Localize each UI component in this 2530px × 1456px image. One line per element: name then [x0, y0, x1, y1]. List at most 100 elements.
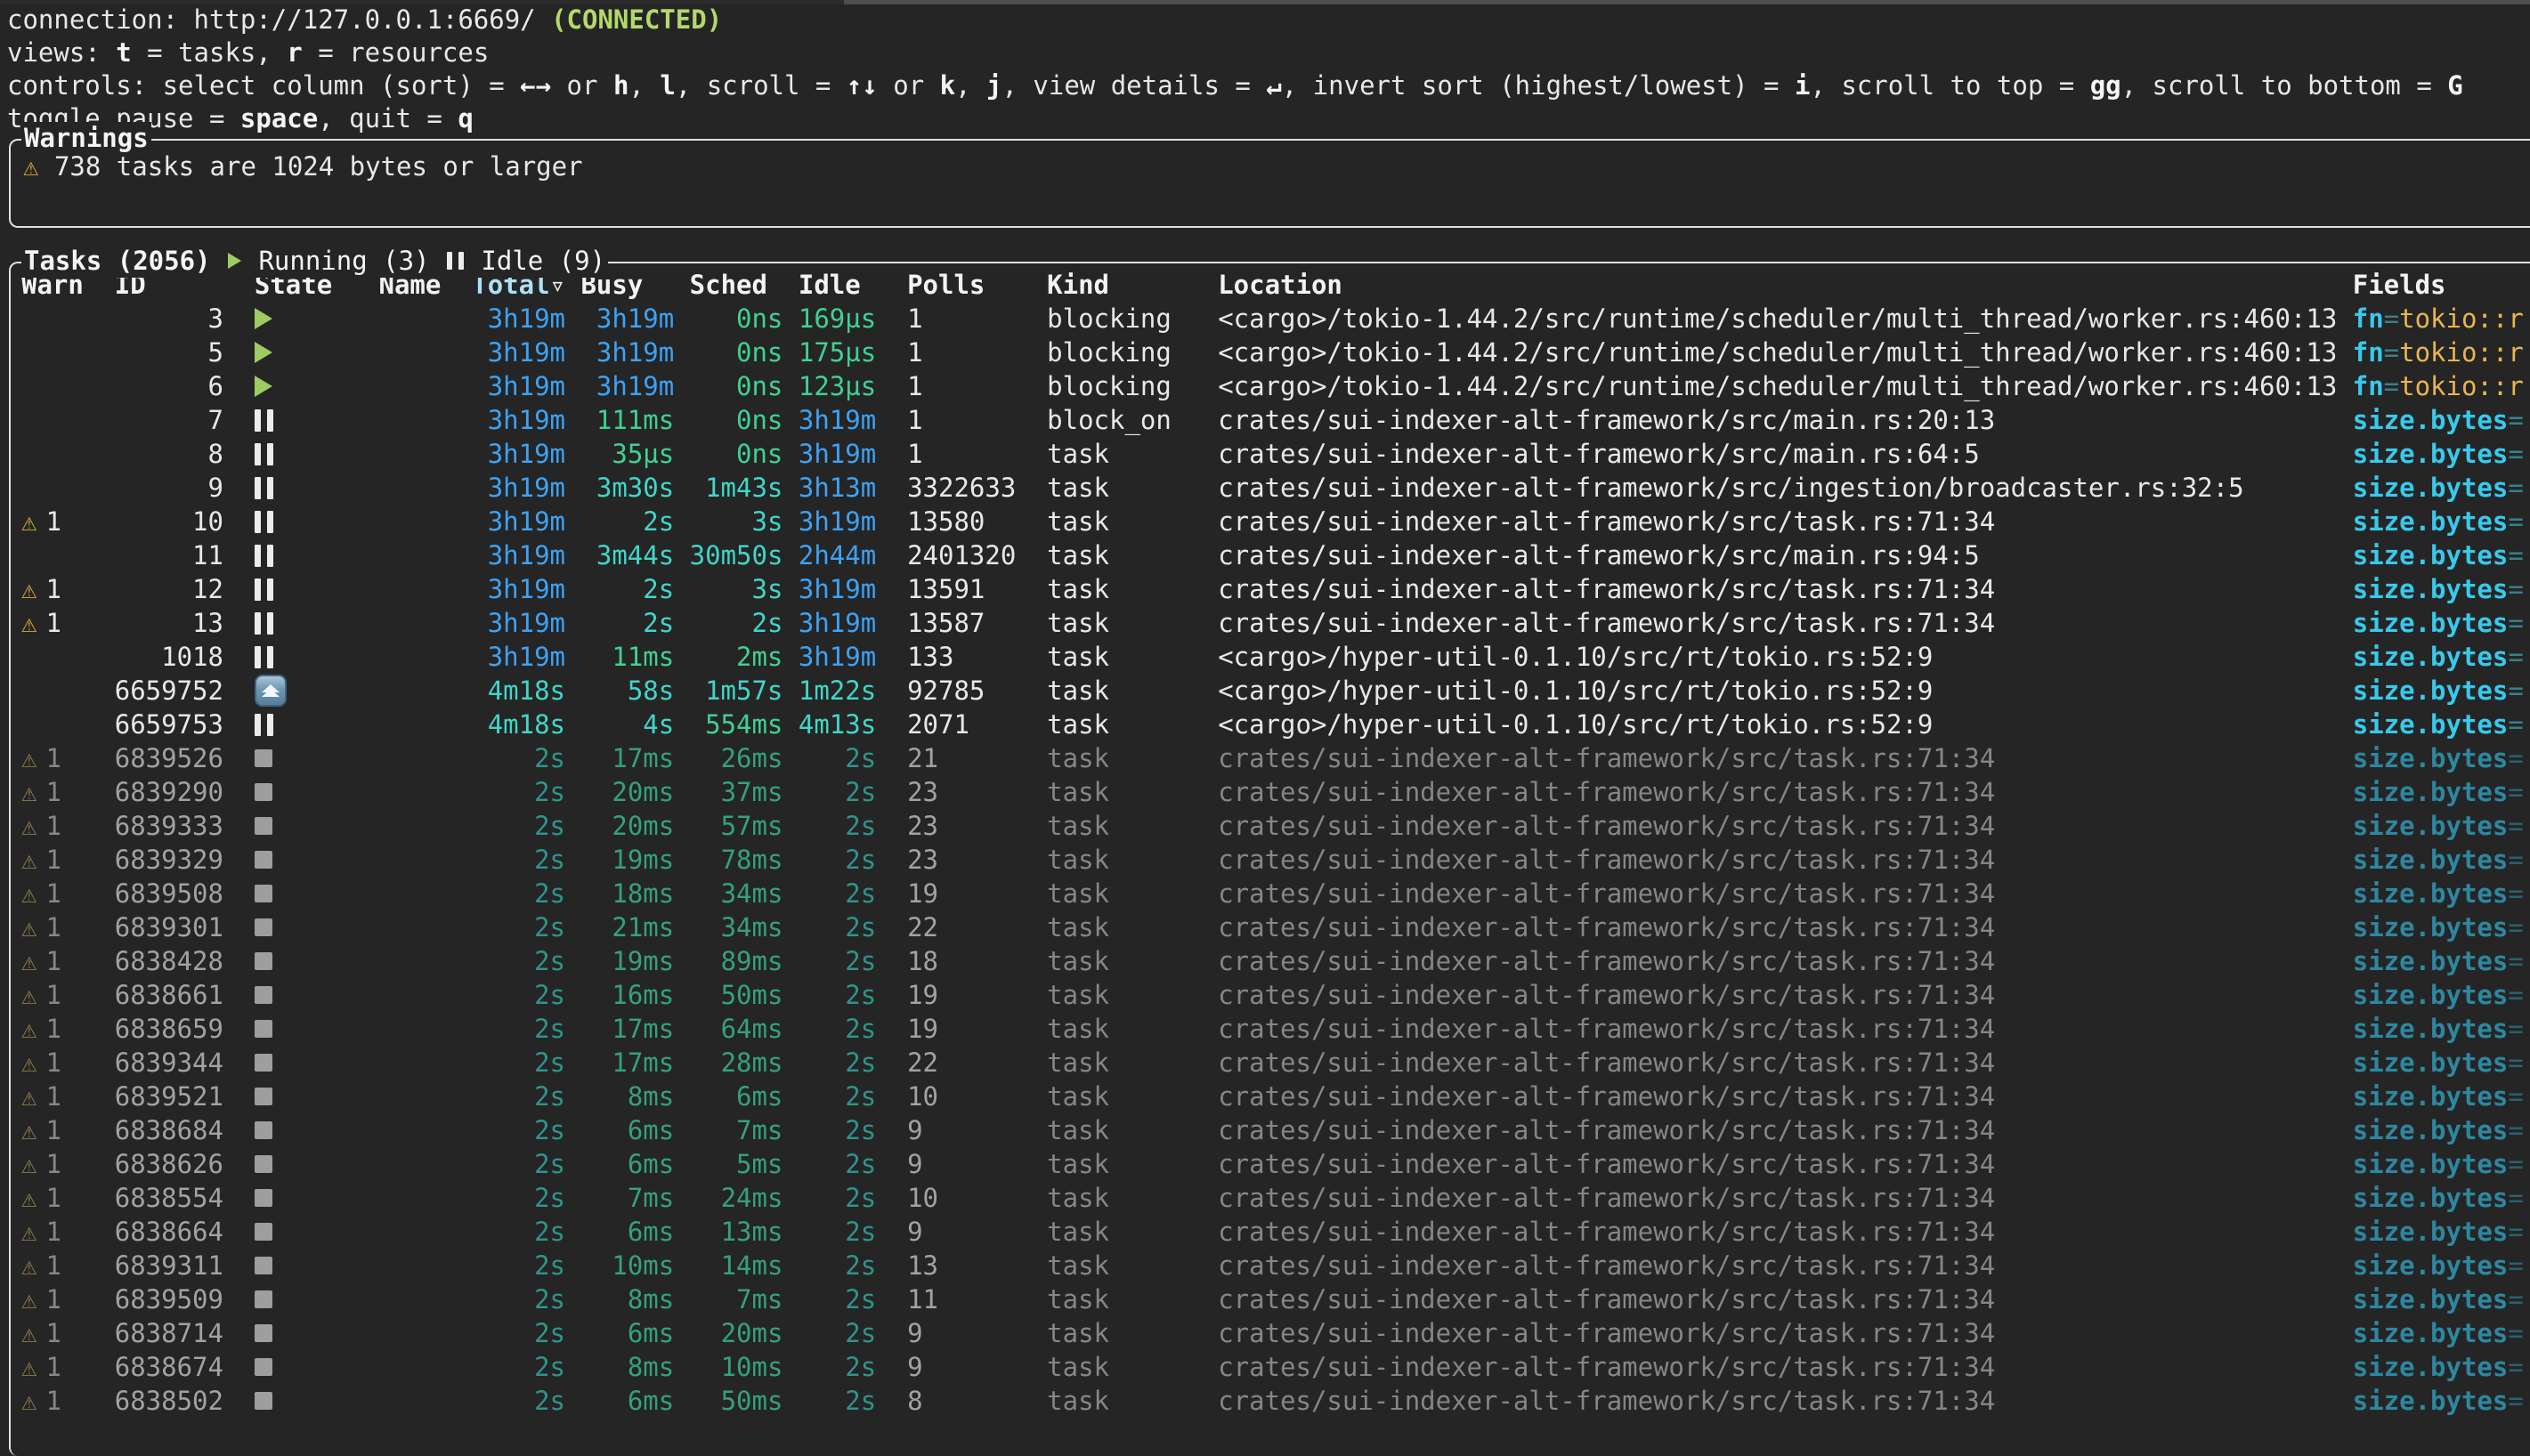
- text-segment: = resources: [303, 37, 490, 68]
- task-sched-cell: 0ns: [690, 336, 783, 369]
- warning-text: 738 tasks are 1024 bytes or larger: [54, 151, 583, 182]
- task-location-cell: crates/sui-indexer-alt-framework/src/tas…: [1218, 1047, 2337, 1080]
- column-header-location[interactable]: Location: [1218, 269, 2337, 302]
- task-kind-cell: task: [1047, 1148, 1187, 1181]
- task-row[interactable]: ⚠168386642s6ms13ms2s9taskcrates/sui-inde…: [21, 1215, 2530, 1249]
- task-sched-cell: 0ns: [690, 303, 783, 336]
- warning-triangle-icon: ⚠: [21, 1183, 36, 1213]
- task-polls-cell: 92785: [907, 675, 1016, 708]
- warn-count: 1: [45, 845, 61, 875]
- task-kind-cell: task: [1047, 979, 1187, 1012]
- task-location-cell: crates/sui-indexer-alt-framework/src/tas…: [1218, 979, 2337, 1012]
- connection-line: connection: http://127.0.0.1:6669/ (CONN…: [7, 4, 2463, 36]
- task-row[interactable]: ⚠168395212s8ms6ms2s10taskcrates/sui-inde…: [21, 1080, 2530, 1113]
- warn-count: 1: [45, 1386, 61, 1416]
- task-row[interactable]: 83h19m35µs0ns3h19m1taskcrates/sui-indexe…: [21, 437, 2530, 471]
- column-header-fields[interactable]: Fields: [2353, 269, 2530, 302]
- task-row[interactable]: 66597534m18s4s554ms4m13s2071task<cargo>/…: [21, 708, 2530, 741]
- task-id-cell: 6839311: [115, 1250, 223, 1282]
- task-row[interactable]: 10183h19m11ms2ms3h19m133task<cargo>/hype…: [21, 640, 2530, 674]
- task-row[interactable]: 93h19m3m30s1m43s3h13m3322633taskcrates/s…: [21, 471, 2530, 505]
- task-row[interactable]: ⚠168386742s8ms10ms2s9taskcrates/sui-inde…: [21, 1350, 2530, 1384]
- task-row[interactable]: 63h19m3h19m0ns123µs1blocking<cargo>/toki…: [21, 369, 2530, 403]
- task-row[interactable]: ⚠168387142s6ms20ms2s9taskcrates/sui-inde…: [21, 1316, 2530, 1350]
- task-sched-cell: 7ms: [690, 1114, 783, 1147]
- task-row[interactable]: ⚠168392902s20ms37ms2s23taskcrates/sui-in…: [21, 775, 2530, 809]
- stop-icon: [255, 952, 272, 970]
- task-row[interactable]: 73h19m111ms0ns3h19m1block_oncrates/sui-i…: [21, 403, 2530, 437]
- task-row[interactable]: ⚠168386612s16ms50ms2s19taskcrates/sui-in…: [21, 978, 2530, 1012]
- task-total-cell: 2s: [472, 878, 565, 910]
- warn-count: 1: [45, 608, 61, 638]
- play-icon: [255, 376, 272, 397]
- column-header-idle[interactable]: Idle: [799, 269, 876, 302]
- task-sched-cell: 3s: [690, 506, 783, 538]
- task-total-cell: 2s: [472, 1385, 565, 1418]
- stop-icon: [255, 817, 272, 835]
- task-sched-cell: 1m57s: [690, 675, 783, 708]
- task-row[interactable]: ⚠1123h19m2s3s3h19m13591taskcrates/sui-in…: [21, 572, 2530, 606]
- task-location-cell: <cargo>/tokio-1.44.2/src/runtime/schedul…: [1218, 370, 2337, 403]
- task-sched-cell: 7ms: [690, 1283, 783, 1316]
- task-row[interactable]: ⚠1133h19m2s2s3h19m13587taskcrates/sui-in…: [21, 606, 2530, 640]
- task-polls-cell: 22: [907, 1047, 1016, 1080]
- task-total-cell: 3h19m: [472, 472, 565, 505]
- task-kind-cell: task: [1047, 810, 1187, 843]
- task-kind-cell: task: [1047, 776, 1187, 809]
- task-row[interactable]: 53h19m3h19m0ns175µs1blocking<cargo>/toki…: [21, 336, 2530, 369]
- task-busy-cell: 3h19m: [580, 336, 674, 369]
- task-total-cell: 2s: [472, 844, 565, 877]
- task-row[interactable]: 33h19m3h19m0ns169µs1blocking<cargo>/toki…: [21, 302, 2530, 336]
- task-busy-cell: 6ms: [580, 1216, 674, 1249]
- field-key: fn: [2353, 371, 2384, 401]
- task-row[interactable]: ⚠168386592s17ms64ms2s19taskcrates/sui-in…: [21, 1012, 2530, 1046]
- task-kind-cell: task: [1047, 945, 1187, 978]
- field-key: size.bytes: [2353, 439, 2509, 469]
- field-key: size.bytes: [2353, 1352, 2509, 1382]
- task-row[interactable]: 113h19m3m44s30m50s2h44m2401320taskcrates…: [21, 538, 2530, 572]
- column-header-sched[interactable]: Sched: [690, 269, 783, 302]
- text-segment: h: [613, 70, 628, 101]
- task-sched-cell: 2s: [690, 607, 783, 640]
- task-sched-cell: 50ms: [690, 979, 783, 1012]
- task-state-cell: [255, 578, 348, 601]
- text-segment: , quit =: [318, 103, 458, 133]
- task-row[interactable]: 66597524m18s58s1m57s1m22s92785task<cargo…: [21, 674, 2530, 708]
- task-idle-cell: 3h19m: [799, 506, 876, 538]
- task-row[interactable]: ⚠168386262s6ms5ms2s9taskcrates/sui-index…: [21, 1147, 2530, 1181]
- task-location-cell: crates/sui-indexer-alt-framework/src/tas…: [1218, 1317, 2337, 1350]
- task-id-cell: 6839521: [115, 1080, 223, 1113]
- task-idle-cell: 3h19m: [799, 573, 876, 606]
- task-row[interactable]: ⚠168393012s21ms34ms2s22taskcrates/sui-in…: [21, 910, 2530, 944]
- task-row[interactable]: ⚠168395262s17ms26ms2s21taskcrates/sui-in…: [21, 741, 2530, 775]
- warn-count: 1: [45, 878, 61, 909]
- task-sched-cell: 554ms: [690, 708, 783, 741]
- task-row[interactable]: ⚠168386842s6ms7ms2s9taskcrates/sui-index…: [21, 1113, 2530, 1147]
- task-polls-cell: 13591: [907, 573, 1016, 606]
- field-key: fn: [2353, 303, 2384, 334]
- task-row[interactable]: ⚠168393442s17ms28ms2s22taskcrates/sui-in…: [21, 1046, 2530, 1080]
- task-kind-cell: task: [1047, 911, 1187, 944]
- warning-triangle-icon: ⚠: [21, 608, 36, 638]
- task-row[interactable]: ⚠168393112s10ms14ms2s13taskcrates/sui-in…: [21, 1249, 2530, 1282]
- task-warn-cell: ⚠1: [21, 1351, 115, 1384]
- field-equals: =: [2508, 1081, 2523, 1112]
- task-row[interactable]: ⚠168393292s19ms78ms2s23taskcrates/sui-in…: [21, 843, 2530, 877]
- field-key: size.bytes: [2353, 1386, 2509, 1416]
- task-row[interactable]: ⚠1103h19m2s3s3h19m13580taskcrates/sui-in…: [21, 505, 2530, 538]
- task-idle-cell: 3h19m: [799, 404, 876, 437]
- task-row[interactable]: ⚠168384282s19ms89ms2s18taskcrates/sui-in…: [21, 944, 2530, 978]
- task-row[interactable]: ⚠168385022s6ms50ms2s8taskcrates/sui-inde…: [21, 1384, 2530, 1418]
- column-header-kind[interactable]: Kind: [1047, 269, 1187, 302]
- task-row[interactable]: ⚠168393332s20ms57ms2s23taskcrates/sui-in…: [21, 809, 2530, 843]
- task-row[interactable]: ⚠168385542s7ms24ms2s10taskcrates/sui-ind…: [21, 1181, 2530, 1215]
- task-idle-cell: 2s: [799, 1013, 876, 1046]
- task-location-cell: crates/sui-indexer-alt-framework/src/tas…: [1218, 1385, 2337, 1418]
- column-header-polls[interactable]: Polls: [907, 269, 1016, 302]
- task-row[interactable]: ⚠168395082s18ms34ms2s19taskcrates/sui-in…: [21, 877, 2530, 910]
- warn-count: 1: [45, 1250, 61, 1281]
- task-fields-cell: size.bytes=: [2353, 1317, 2530, 1350]
- task-row[interactable]: ⚠168395092s8ms7ms2s11taskcrates/sui-inde…: [21, 1282, 2530, 1316]
- task-polls-cell: 1: [907, 303, 1016, 336]
- task-sched-cell: 37ms: [690, 776, 783, 809]
